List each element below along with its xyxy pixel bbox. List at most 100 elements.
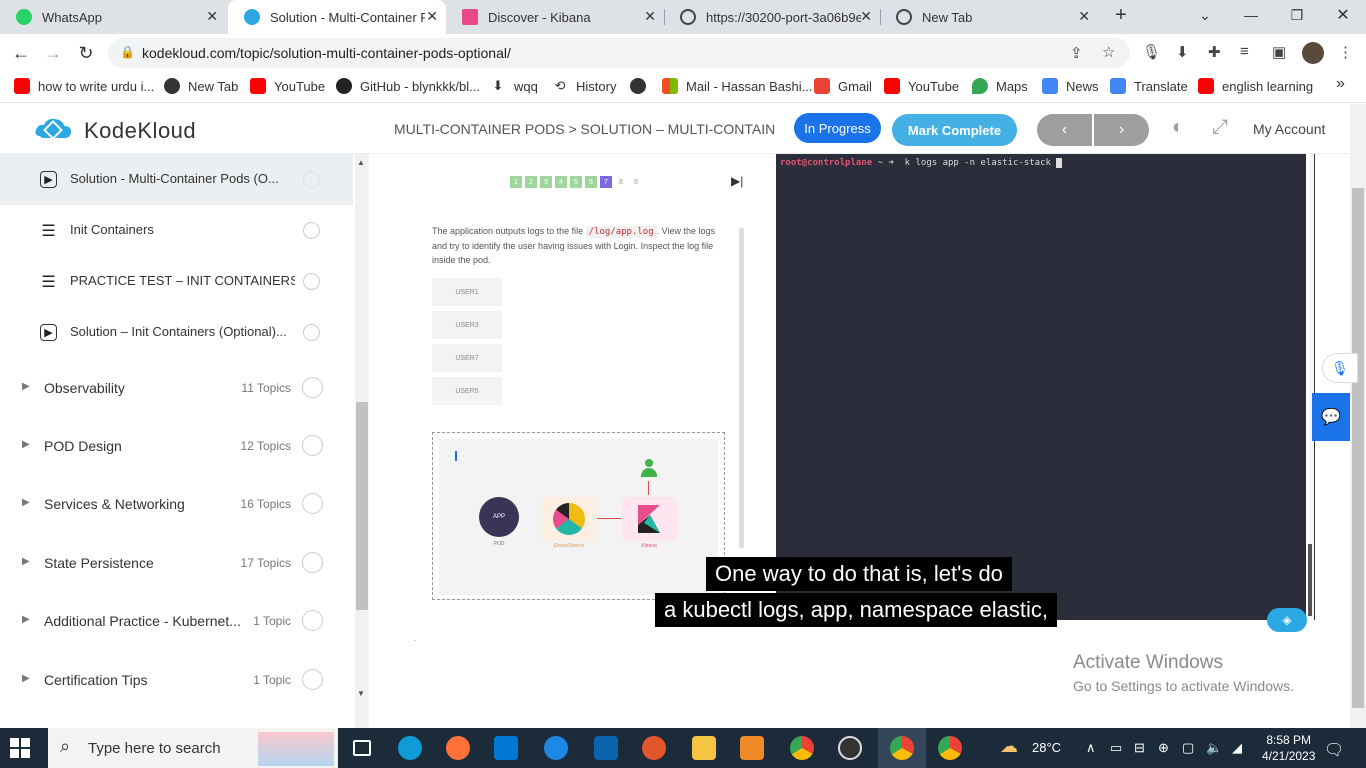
sidebar-scroll-thumb[interactable] (356, 402, 368, 610)
section-state-persistence[interactable]: ▶ State Persistence 17 Topics (0, 535, 353, 593)
close-tab-icon[interactable]: ✕ (860, 8, 872, 25)
bookmark-item[interactable]: New Tab (164, 78, 238, 94)
app-icon[interactable] (630, 728, 678, 768)
chrome-active-icon[interactable] (878, 728, 926, 768)
bookmark-star-icon[interactable]: ☆ (1102, 43, 1115, 61)
windows-start-icon[interactable] (10, 738, 30, 758)
section-pod-design[interactable]: ▶ POD Design 12 Topics (0, 418, 353, 476)
download-extension-icon[interactable]: ⬇ (1176, 43, 1189, 61)
bookmark-item[interactable]: english learning (1198, 78, 1313, 94)
bookmark-item[interactable]: ⟲ History (552, 78, 617, 94)
restore-icon[interactable]: ❐ (1274, 0, 1320, 30)
tab-kibana[interactable]: Discover - Kibana ✕ (446, 0, 664, 34)
menu-icon[interactable]: ⋮ (1338, 43, 1353, 61)
chat-icon[interactable]: 💬 (1312, 393, 1350, 441)
tab-kodekloud[interactable]: Solution - Multi-Container Po ✕ (228, 0, 446, 34)
taskbar-search[interactable]: ⌕ Type here to search (48, 728, 338, 768)
close-window-icon[interactable]: ✕ (1320, 0, 1366, 30)
edge-icon[interactable] (386, 728, 434, 768)
tab-search-icon[interactable]: ⌄ (1182, 0, 1228, 30)
bookmark-item[interactable]: Maps (972, 78, 1028, 94)
file-explorer-icon[interactable] (680, 728, 728, 768)
close-tab-icon[interactable]: ✕ (206, 8, 218, 25)
my-account-link[interactable]: My Account (1253, 121, 1325, 137)
store-icon[interactable] (482, 728, 530, 768)
chrome-profile-icon[interactable] (926, 728, 974, 768)
completion-circle[interactable] (302, 610, 323, 631)
bookmark-item[interactable]: GitHub - blynkkk/bl... (336, 78, 480, 94)
kodekloud-logo-icon[interactable] (34, 116, 74, 142)
bookmark-item[interactable]: YouTube (884, 78, 959, 94)
bookmark-item[interactable]: how to write urdu i... (14, 78, 154, 94)
obs-icon[interactable] (826, 728, 874, 768)
lesson-item[interactable]: ▶ Solution - Multi-Container Pods (O... (0, 154, 353, 205)
profile-avatar[interactable] (1302, 42, 1324, 64)
completion-circle[interactable] (302, 552, 323, 573)
display-icon[interactable]: ▢ (1182, 740, 1194, 756)
wifi-icon[interactable]: ◢ (1232, 740, 1242, 756)
mic-extension-icon[interactable]: 🎙 (1142, 43, 1161, 61)
weather-icon[interactable]: ☁ (1000, 736, 1018, 757)
chrome-icon[interactable] (778, 728, 826, 768)
completion-circle[interactable] (303, 171, 320, 188)
mark-complete-button[interactable]: Mark Complete (892, 114, 1017, 146)
fullscreen-icon[interactable]: ⤢ (1212, 116, 1228, 139)
bookmark-item[interactable] (630, 78, 654, 94)
breadcrumb[interactable]: MULTI-CONTAINER PODS > SOLUTION – MULTI-… (394, 121, 774, 137)
completion-circle[interactable] (302, 669, 323, 690)
scroll-down-icon[interactable]: ▼ (357, 689, 365, 698)
bookmark-item[interactable]: Mail - Hassan Bashi... (662, 78, 812, 94)
completion-circle[interactable] (303, 222, 320, 239)
temperature[interactable]: 28°C (1032, 740, 1061, 755)
bookmark-item[interactable]: Translate (1110, 78, 1188, 94)
tab-whatsapp[interactable]: WhatsApp ✕ (0, 0, 226, 34)
voice-input-icon[interactable]: 🎙 (1322, 353, 1358, 383)
bookmark-item[interactable]: News (1042, 78, 1099, 94)
lesson-item[interactable]: ☰ Init Containers (0, 205, 353, 256)
bookmark-item[interactable]: ⬇ wqq (490, 78, 538, 94)
network-icon[interactable]: ⊟ (1134, 740, 1145, 756)
volume-icon[interactable]: 🔈 (1206, 740, 1222, 756)
share-icon[interactable]: ⇪ (1070, 44, 1083, 62)
task-view-icon[interactable] (338, 728, 386, 768)
section-observability[interactable]: ▶ Observability 11 Topics (0, 360, 353, 418)
prev-lesson-button[interactable]: ‹ (1037, 114, 1092, 146)
more-bookmarks-button[interactable]: » (1336, 75, 1345, 93)
tab-new[interactable]: New Tab ✕ (880, 0, 1098, 34)
extensions-icon[interactable]: ✚ (1208, 43, 1221, 61)
completion-circle[interactable] (302, 377, 323, 398)
lesson-video[interactable]: 1 2 3 4 5 6 7 8 9 ▶| The application out… (370, 154, 1350, 728)
in-progress-button[interactable]: In Progress (794, 113, 881, 143)
mail-icon[interactable] (582, 728, 630, 768)
forward-icon[interactable]: → (40, 40, 66, 66)
dark-mode-icon[interactable]: ◐ (1172, 116, 1184, 139)
media-icon[interactable]: ≡ (1240, 43, 1249, 60)
tab-port[interactable]: https://30200-port-3a06b9ef ✕ (664, 0, 880, 34)
tray-chevron-icon[interactable]: ∧ (1086, 740, 1096, 756)
firefox-icon[interactable] (434, 728, 482, 768)
bookmark-item[interactable]: Gmail (814, 78, 872, 94)
completion-circle[interactable] (302, 435, 323, 456)
completion-circle[interactable] (302, 493, 323, 514)
address-bar[interactable]: 🔒 kodekloud.com/topic/solution-multi-con… (108, 38, 1130, 68)
completion-circle[interactable] (303, 324, 320, 341)
sidepanel-icon[interactable]: ▣ (1272, 43, 1286, 61)
next-lesson-button[interactable]: › (1094, 114, 1149, 146)
page-scroll-thumb[interactable] (1352, 188, 1364, 708)
telephone-icon[interactable] (532, 728, 580, 768)
bookmark-item[interactable]: YouTube (250, 78, 325, 94)
clock[interactable]: 8:58 PM 4/21/2023 (1262, 732, 1315, 764)
reload-icon[interactable]: ↻ (73, 40, 99, 66)
notification-icon[interactable]: 🗨 (1324, 740, 1344, 760)
back-icon[interactable]: ← (8, 40, 34, 66)
minimize-icon[interactable]: — (1228, 0, 1274, 30)
scroll-up-icon[interactable]: ▲ (357, 158, 365, 167)
meet-icon[interactable]: ⊕ (1158, 740, 1169, 756)
lesson-item[interactable]: ▶ Solution – Init Containers (Optional).… (0, 307, 353, 358)
new-tab-button[interactable]: + (1098, 0, 1144, 30)
section-certification-tips[interactable]: ▶ Certification Tips 1 Topic (0, 652, 353, 710)
close-tab-icon[interactable]: ✕ (1078, 8, 1090, 25)
battery-icon[interactable]: ▭ (1110, 740, 1122, 756)
close-tab-icon[interactable]: ✕ (426, 8, 438, 25)
completion-circle[interactable] (303, 273, 320, 290)
